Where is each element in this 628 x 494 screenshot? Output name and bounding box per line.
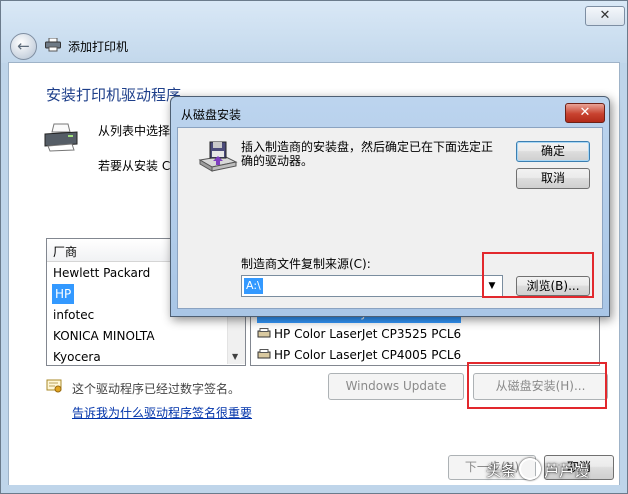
watermark-text: 头条 [486,462,517,480]
instruction-text: 从列表中选择 [98,124,171,138]
window-title: 添加打印机 [68,40,129,54]
window-close-button[interactable]: ✕ [585,6,625,26]
disk-drive-icon [198,141,238,172]
dialog-close-button[interactable]: ✕ [565,103,605,123]
source-path-combobox[interactable]: A:\ ▼ [241,275,503,297]
printer-icon [44,123,78,152]
list-item[interactable]: HP Color LaserJet CP3525 PCL6 [257,324,461,344]
annotation-highlight-box [482,252,594,298]
column-header-label: 厂商 [53,245,78,259]
printer-icon [257,328,271,338]
ok-button[interactable]: 确定 [516,141,590,162]
source-path-label: 制造商文件复制来源(C): [241,257,371,271]
list-item[interactable]: KONICA MINOLTA [53,326,155,346]
instruction-text: 若要从安装 C [98,159,171,173]
printer-model-label: HP Color LaserJet CP4005 PCL6 [274,348,462,362]
watermark: 头条 芦芦馒 [486,458,589,481]
windows-update-button[interactable]: Windows Update [328,373,464,400]
printer-model-label: HP Color LaserJet CP3525 PCL6 [274,327,462,341]
watermark-logo-icon [519,458,542,480]
dialog-cancel-button[interactable]: 取消 [516,168,590,189]
annotation-highlight-box [467,362,607,409]
list-item[interactable]: infotec [53,305,94,325]
printer-icon [45,38,61,52]
page-title: 安装打印机驱动程序 [46,86,182,104]
list-item[interactable]: HP Color LaserJet CP4005 PCL6 [257,345,461,365]
signature-status-text: 这个驱动程序已经过数字签名。 [72,382,241,396]
list-item[interactable]: Hewlett Packard [53,263,150,283]
chevron-down-icon[interactable]: ▼ [232,352,238,361]
signing-info-link[interactable]: 告诉我为什么驱动程序签名很重要 [72,404,252,421]
source-path-value[interactable]: A:\ [244,278,263,294]
watermark-text: 芦芦馒 [544,462,590,480]
back-arrow-icon[interactable]: ← [10,33,37,60]
dialog-message: 插入制造商的安装盘，然后确定已在下面选定正确的驱动器。 [241,140,494,168]
certificate-icon [46,379,62,393]
dialog-title: 从磁盘安装 [181,108,242,122]
list-item[interactable]: HP [52,284,75,304]
list-item[interactable]: Kyocera [53,347,101,365]
printer-icon [257,349,271,359]
